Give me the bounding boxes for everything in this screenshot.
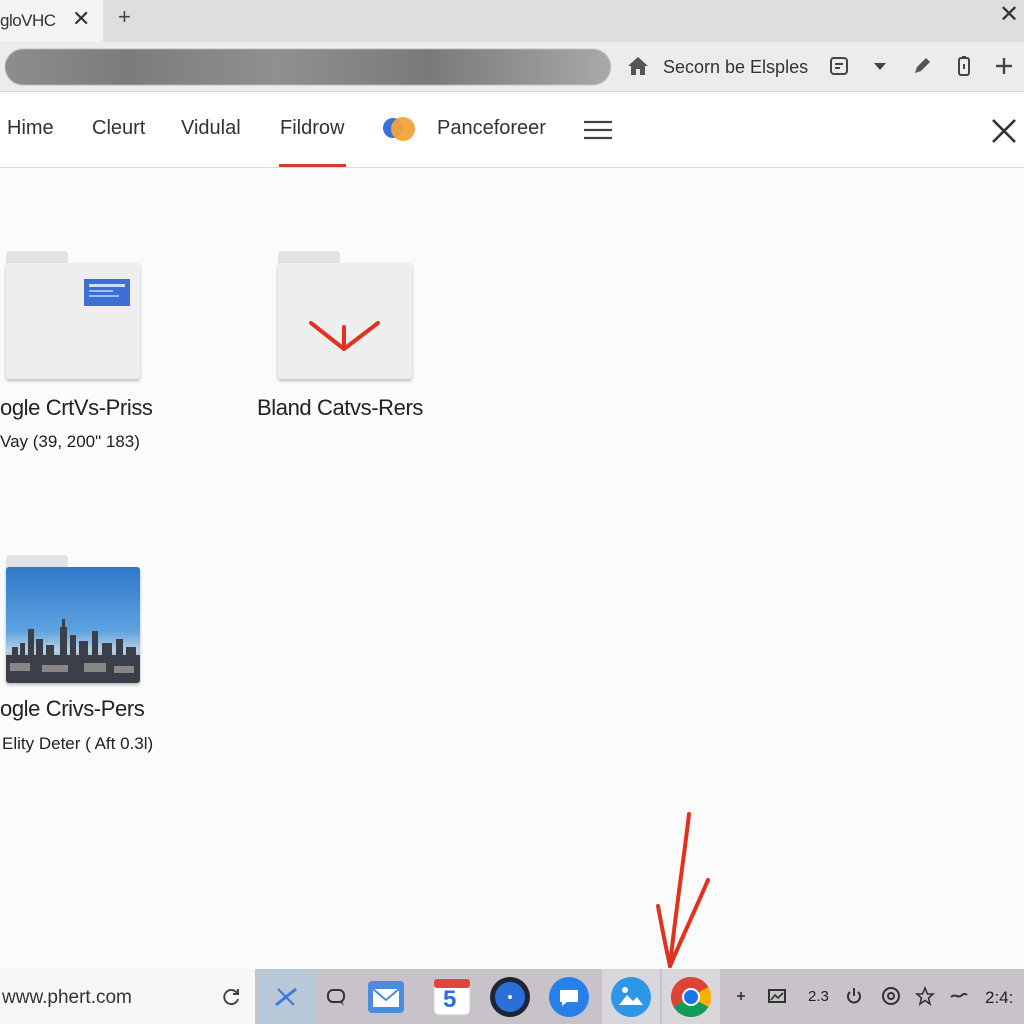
taskbar-url-box[interactable]: www.phert.com (0, 969, 255, 1024)
file-meta: Vay (39, 200" 183) (0, 432, 140, 451)
chat-icon[interactable] (314, 975, 358, 1019)
folder-thumbnail (278, 263, 412, 379)
tray-number: 2.3 (808, 988, 829, 1005)
folder-item[interactable] (278, 251, 412, 381)
reader-icon[interactable] (827, 54, 851, 78)
refresh-icon[interactable] (220, 986, 242, 1008)
file-name[interactable]: Bland Catvs-Rers (257, 395, 423, 421)
address-toolbar: Secorn be Elsples (0, 42, 1024, 92)
image-icon[interactable] (766, 985, 788, 1007)
photos-app-icon[interactable] (609, 975, 653, 1019)
compass-app-icon[interactable] (488, 975, 532, 1019)
wifi-wave-icon[interactable] (948, 985, 970, 1007)
power-icon[interactable] (843, 985, 865, 1007)
tab-vidulal[interactable]: Vidulal (181, 117, 241, 140)
file-name[interactable]: ogle Crivs-Pers (0, 696, 145, 722)
annotation-arrow-icon (656, 812, 710, 968)
address-bar[interactable] (5, 49, 611, 85)
tab-cleurt[interactable]: Cleurt (92, 117, 145, 140)
document-preview-icon (84, 279, 130, 306)
home-icon[interactable] (626, 54, 650, 78)
city-skyline-image (6, 619, 140, 683)
at-sign-icon[interactable] (880, 985, 902, 1007)
tab-panceforeer[interactable]: Panceforeer (437, 117, 546, 140)
bookmark-star-icon[interactable] (914, 985, 936, 1007)
tab-hime[interactable]: Hime (7, 117, 54, 140)
taskbar: www.phert.com 5 2.3 2:4: (0, 969, 1024, 1024)
battery-icon[interactable] (952, 54, 976, 78)
file-name[interactable]: ogle CrtVs-Priss (0, 395, 153, 421)
folder-thumbnail (6, 567, 140, 683)
nav-bar: Hime Cleurt Vidulal Fildrow Panceforeer (0, 92, 1024, 168)
tab-fildrow[interactable]: Fildrow (280, 117, 344, 140)
messages-app-icon[interactable] (547, 975, 591, 1019)
toolbar-home-label[interactable]: Secorn be Elsples (663, 57, 808, 78)
cross-app-icon[interactable] (264, 975, 308, 1019)
active-tab-indicator (279, 164, 346, 167)
clock: 2:4: (985, 988, 1014, 1007)
dropdown-icon[interactable] (868, 54, 892, 78)
url-text: www.phert.com (2, 987, 132, 1008)
browser-tab[interactable]: gloVHC ✕ (0, 0, 103, 42)
tab-close-icon[interactable]: ✕ (72, 8, 90, 30)
folder-thumbnail (6, 263, 140, 379)
calendar-number: 5 (443, 986, 457, 1013)
hamburger-menu-icon[interactable] (583, 119, 613, 141)
new-tab-icon[interactable]: + (118, 4, 131, 30)
chevron-down-icon (309, 321, 380, 351)
file-grid: ogle CrtVs-Priss Vay (39, 200" 183) Blan… (0, 169, 1024, 969)
tab-title: gloVHC (0, 11, 56, 30)
plus-icon[interactable] (992, 54, 1016, 78)
tab-strip: gloVHC ✕ + ✕ (0, 0, 1024, 42)
mail-app-icon[interactable] (364, 975, 408, 1019)
folder-item[interactable] (6, 251, 140, 381)
add-icon[interactable] (730, 985, 752, 1007)
window-close-icon[interactable]: ✕ (999, 0, 1019, 29)
calendar-app-icon[interactable]: 5 (430, 975, 474, 1019)
file-meta: Elity Deter ( Aft 0.3l) (2, 734, 154, 753)
folder-item[interactable] (6, 555, 140, 685)
close-icon[interactable] (989, 116, 1019, 146)
pen-icon[interactable] (910, 54, 934, 78)
chrome-app-icon[interactable] (669, 975, 713, 1019)
account-circles-icon[interactable] (381, 114, 419, 144)
